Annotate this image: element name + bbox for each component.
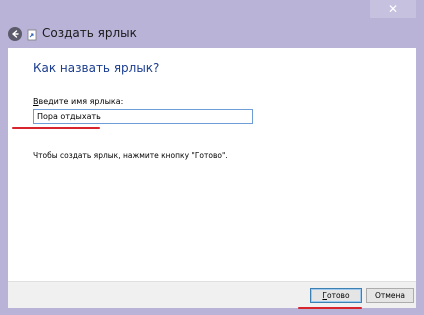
title-bar: ✕ [0,0,424,20]
back-arrow-icon [12,30,19,38]
close-icon: ✕ [387,2,399,16]
shortcut-icon [27,29,37,41]
wizard-footer: Готово Отмена [8,281,416,308]
back-button[interactable] [8,27,22,41]
annotation-underline-field [12,127,100,129]
annotation-underline-done [298,307,362,309]
name-field-label: Введите имя ярлыка: [33,97,123,106]
done-button[interactable]: Готово [310,288,362,303]
instruction-text: Чтобы создать ярлык, нажмите кнопку "Гот… [33,151,228,160]
page-heading: Как назвать ярлык? [33,61,160,75]
name-field-label-text: ведите имя ярлыка: [38,97,124,106]
close-button[interactable]: ✕ [370,0,416,18]
wizard-content: Как назвать ярлык? Введите имя ярлыка: Ч… [8,48,416,281]
window-frame: ✕ Создать ярлык Как назвать ярлык? Введи… [0,0,424,315]
shortcut-name-input[interactable] [33,109,253,124]
wizard-header: Создать ярлык [0,20,424,48]
cancel-button[interactable]: Отмена [366,288,414,303]
window-title: Создать ярлык [42,26,137,40]
done-button-label: отово [327,291,350,300]
